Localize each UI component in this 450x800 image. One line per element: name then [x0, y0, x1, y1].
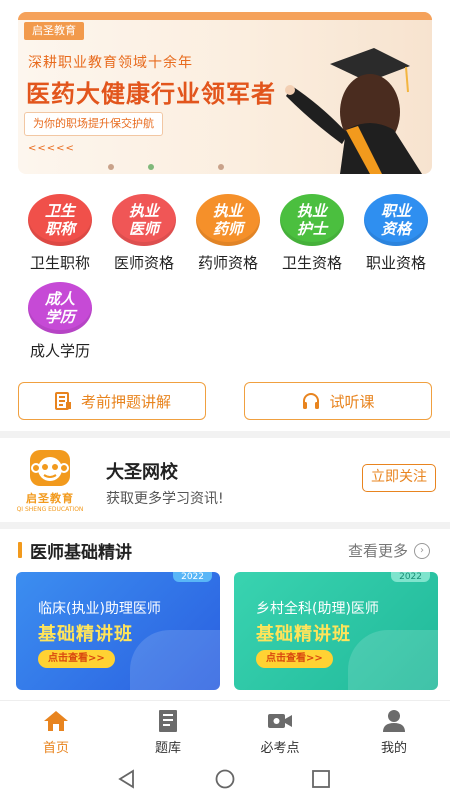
nurse-icon: 执业护士	[280, 194, 344, 246]
banner-tagline: 深耕职业教育领域十余年	[28, 55, 193, 71]
home-icon	[44, 711, 68, 731]
exam-tips-label: 考前押题讲解	[80, 392, 171, 411]
view-more-link[interactable]: 查看更多 ›	[348, 540, 430, 561]
course-card-clinical[interactable]: 2022 临床(执业)助理医师 基础精讲班 点击查看>>	[16, 572, 220, 690]
category-label: 卫生职称	[29, 254, 90, 272]
divider	[0, 522, 450, 529]
headphones-icon	[303, 393, 320, 409]
category-adult-education[interactable]: 成人学历 成人学历	[18, 282, 102, 361]
graduate-illustration	[285, 48, 422, 174]
exam-tips-button[interactable]: 考前押题讲解	[18, 382, 206, 420]
card-decoration	[130, 630, 220, 690]
course-view-button[interactable]: 点击查看>>	[38, 650, 115, 668]
card-decoration	[348, 630, 438, 690]
banner-headline: 医药大健康行业领军者	[26, 80, 276, 108]
promo-banner[interactable]: 启圣教育 深耕职业教育领域十余年 医药大健康行业领军者 为你的职场提升保交护航 …	[18, 12, 432, 174]
logo-text: 启圣教育	[26, 492, 74, 505]
nav-key-points[interactable]: 必考点	[240, 709, 320, 756]
banner-decoration-dots	[108, 162, 258, 172]
category-pharmacist[interactable]: 执业药师 药师资格	[186, 194, 270, 273]
course-subtitle: 乡村全科(助理)医师	[256, 601, 379, 617]
category-label: 职业资格	[365, 254, 426, 272]
course-subtitle: 临床(执业)助理医师	[38, 601, 161, 617]
health-title-icon: 卫生职称	[28, 194, 92, 246]
pharmacist-icon: 执业药师	[196, 194, 260, 246]
banner-brand-tag: 启圣教育	[24, 22, 84, 40]
video-icon	[268, 714, 292, 728]
nav-label: 首页	[42, 741, 69, 756]
category-label: 医师资格	[113, 254, 174, 272]
category-nurse[interactable]: 执业护士 卫生资格	[270, 194, 354, 273]
recents-icon[interactable]	[310, 768, 332, 790]
course-card-rural[interactable]: 2022 乡村全科(助理)医师 基础精讲班 点击查看>>	[234, 572, 438, 690]
user-icon	[383, 710, 405, 732]
system-nav-bar	[0, 758, 450, 800]
back-icon[interactable]	[116, 768, 138, 790]
nav-question-bank[interactable]: 题库	[128, 709, 208, 756]
section-title: 医师基础精讲	[30, 543, 132, 563]
home-circle-icon[interactable]	[214, 768, 236, 790]
category-label: 药师资格	[197, 254, 258, 272]
divider	[0, 431, 450, 438]
nav-label: 我的	[380, 741, 407, 756]
vocational-icon: 职业资格	[364, 194, 428, 246]
nav-profile[interactable]: 我的	[354, 709, 434, 756]
category-physician[interactable]: 执业医师 医师资格	[102, 194, 186, 273]
course-view-button[interactable]: 点击查看>>	[256, 650, 333, 668]
trial-class-label: 试听课	[329, 392, 375, 411]
course-title: 基础精讲班	[256, 624, 351, 645]
category-label: 卫生资格	[281, 254, 342, 272]
follow-button[interactable]: 立即关注	[362, 464, 436, 492]
logo-subtext: QI SHENG EDUCATION	[16, 506, 84, 513]
action-buttons: 考前押题讲解 试听课	[18, 382, 432, 420]
category-health-title[interactable]: 卫生职称 卫生职称	[18, 194, 102, 273]
course-year-badge: 2022	[173, 572, 212, 582]
banner-arrows: <<<<<	[28, 143, 75, 154]
view-more-label: 查看更多	[347, 542, 408, 560]
category-vocational[interactable]: 职业资格 职业资格	[354, 194, 438, 273]
section-accent-bar	[18, 542, 22, 558]
trial-class-button[interactable]: 试听课	[244, 382, 432, 420]
nav-home[interactable]: 首页	[16, 709, 96, 756]
school-follow-card: 启圣教育 QI SHENG EDUCATION 大圣网校 获取更多学习资讯! 立…	[0, 442, 450, 520]
banner-slogan: 为你的职场提升保交护航	[24, 112, 163, 136]
section-header: 医师基础精讲 查看更多 ›	[0, 536, 450, 563]
adult-education-icon: 成人学历	[28, 282, 92, 334]
document-list-icon	[54, 392, 71, 410]
brand-logo: 启圣教育 QI SHENG EDUCATION	[16, 450, 84, 514]
school-subtitle: 获取更多学习资讯!	[106, 491, 224, 507]
bottom-nav: 首页 题库 必考点 我的	[0, 700, 450, 758]
category-label: 成人学历	[29, 342, 90, 360]
book-icon	[159, 710, 177, 732]
chevron-right-icon: ›	[414, 542, 430, 559]
nav-label: 必考点	[260, 741, 300, 756]
nav-label: 题库	[154, 741, 181, 756]
banner-top-bar	[18, 12, 432, 20]
course-title: 基础精讲班	[38, 624, 133, 645]
physician-icon: 执业医师	[112, 194, 176, 246]
school-name: 大圣网校	[106, 462, 178, 483]
course-year-badge: 2022	[391, 572, 430, 582]
monkey-mascot-icon	[30, 450, 70, 486]
